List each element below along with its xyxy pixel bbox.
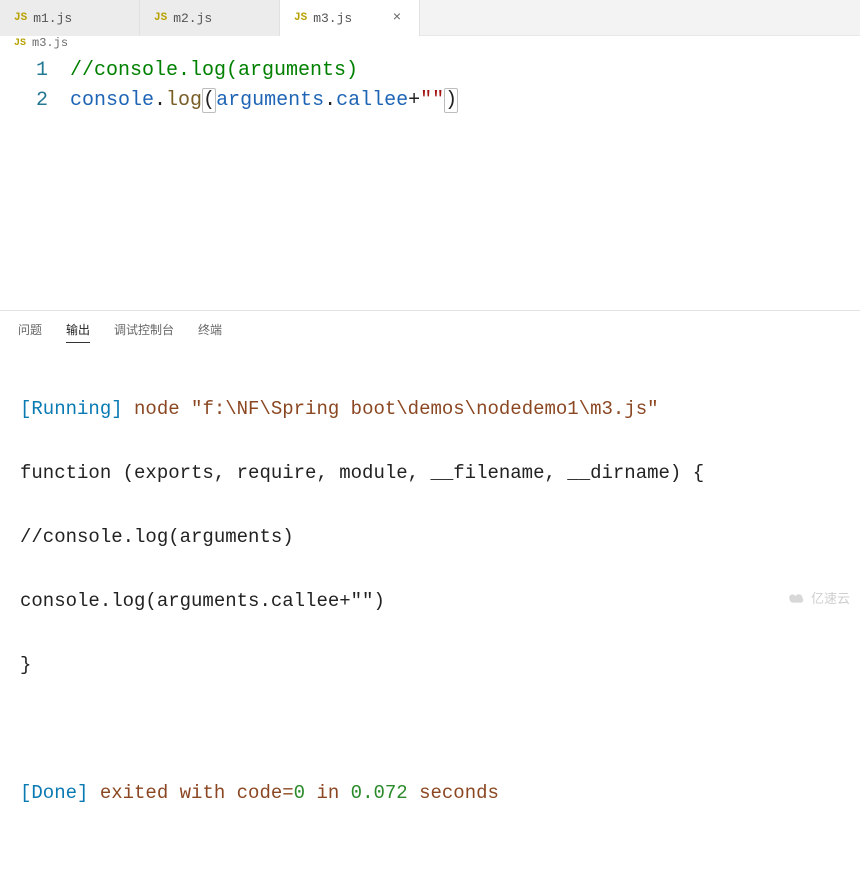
- token: callee: [336, 89, 408, 112]
- panel-tab-problems[interactable]: 问题: [18, 321, 42, 343]
- output-status: [Done]: [20, 782, 88, 804]
- tab-bar: JS m1.js JS m2.js JS m3.js ×: [0, 0, 860, 36]
- editor[interactable]: 1 2 //console.log(arguments) console.log…: [0, 50, 860, 310]
- code-line: console.log(arguments.callee+""): [70, 86, 860, 116]
- output-text: node "f:\NF\Spring boot\demos\nodedemo1\…: [123, 398, 659, 420]
- token: +: [408, 89, 420, 112]
- output-line: //console.log(arguments): [20, 521, 840, 553]
- output-text: seconds: [408, 782, 499, 804]
- line-number: 1: [0, 56, 48, 86]
- line-number: 2: [0, 86, 48, 116]
- js-icon: JS: [14, 12, 27, 24]
- tab-label: m3.js: [313, 11, 352, 26]
- watermark-text: 亿速云: [811, 588, 850, 607]
- output-code: 0: [294, 782, 305, 804]
- close-icon[interactable]: ×: [389, 10, 405, 26]
- breadcrumb-file: m3.js: [32, 36, 68, 50]
- tab-label: m2.js: [173, 11, 212, 26]
- output-line: [Running] node "f:\NF\Spring boot\demos\…: [20, 393, 840, 425]
- output-text: exited with code=: [88, 782, 293, 804]
- output-line: console.log(arguments.callee+""): [20, 585, 840, 617]
- output-line: }: [20, 649, 840, 681]
- token-bracket: ): [444, 88, 458, 113]
- token-string: "": [420, 89, 444, 112]
- js-icon: JS: [294, 12, 307, 24]
- panel-tabs: 问题 输出 调试控制台 终端: [0, 311, 860, 351]
- output-line: [20, 713, 840, 745]
- js-icon: JS: [154, 12, 167, 24]
- token: console: [70, 89, 154, 112]
- panel-tab-debug[interactable]: 调试控制台: [114, 321, 174, 343]
- tab-label: m1.js: [33, 11, 72, 26]
- token: log: [166, 89, 202, 112]
- token: arguments: [216, 89, 324, 112]
- panel: 问题 输出 调试控制台 终端 [Running] node "f:\NF\Spr…: [0, 310, 860, 883]
- js-icon: JS: [14, 38, 26, 49]
- panel-tab-output[interactable]: 输出: [66, 321, 90, 343]
- tab-m3[interactable]: JS m3.js ×: [280, 0, 420, 36]
- cloud-icon: [785, 590, 807, 606]
- token-bracket: (: [202, 88, 216, 113]
- token: .: [154, 89, 166, 112]
- code-line: //console.log(arguments): [70, 56, 860, 86]
- output-text: in: [305, 782, 351, 804]
- watermark: 亿速云: [785, 588, 850, 607]
- token: .: [324, 89, 336, 112]
- output[interactable]: [Running] node "f:\NF\Spring boot\demos\…: [0, 351, 860, 883]
- output-status: [Running]: [20, 398, 123, 420]
- output-line: [Done] exited with code=0 in 0.072 secon…: [20, 777, 840, 809]
- output-line: function (exports, require, module, __fi…: [20, 457, 840, 489]
- tab-m1[interactable]: JS m1.js: [0, 0, 140, 36]
- tab-m2[interactable]: JS m2.js: [140, 0, 280, 36]
- gutter: 1 2: [0, 56, 70, 310]
- breadcrumb[interactable]: JS m3.js: [0, 36, 860, 50]
- panel-tab-terminal[interactable]: 终端: [198, 321, 222, 343]
- code-area[interactable]: //console.log(arguments) console.log(arg…: [70, 56, 860, 310]
- output-time: 0.072: [351, 782, 408, 804]
- token-comment: //console.log(arguments): [70, 59, 358, 82]
